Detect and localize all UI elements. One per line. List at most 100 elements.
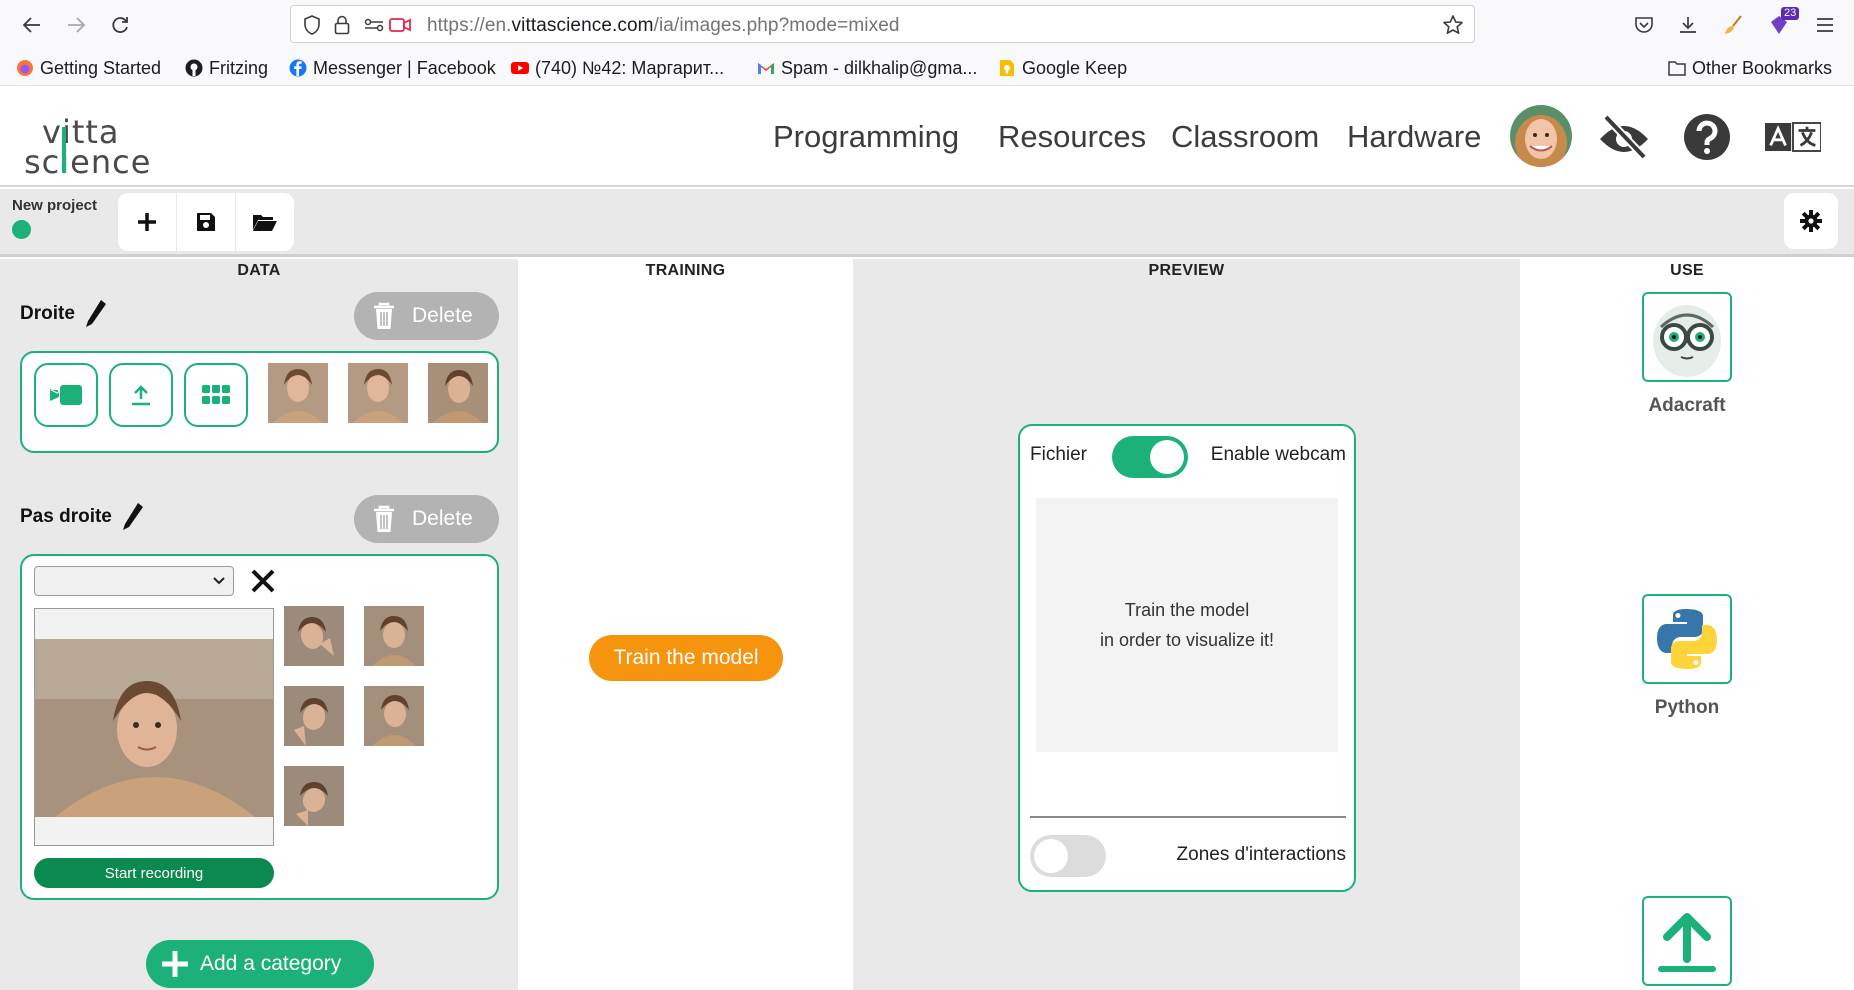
interaction-zones-toggle[interactable] (1030, 835, 1106, 877)
bookmarks-bar: Getting Started Fritzing Messenger | Fac… (0, 50, 1854, 86)
export-upload-button[interactable] (1642, 896, 1732, 986)
menu-button[interactable] (1810, 10, 1840, 40)
hamburger-menu-icon (1817, 18, 1833, 32)
extension-badge-button[interactable]: 23 (1764, 7, 1800, 40)
bookmark-messenger[interactable]: Messenger | Facebook (289, 56, 496, 80)
plus-icon (138, 213, 156, 231)
question-circle-icon (1684, 114, 1730, 160)
other-bookmarks[interactable]: Other Bookmarks (1668, 56, 1832, 80)
reload-button[interactable] (104, 9, 136, 41)
sample-thumbnail[interactable] (284, 766, 344, 826)
pencil-edit-icon[interactable] (85, 299, 107, 329)
help-button[interactable] (1679, 109, 1735, 165)
gmail-icon (758, 63, 774, 74)
broom-extension-icon (1725, 15, 1742, 34)
use-column-title: USE (1670, 262, 1704, 279)
download-icon (1680, 17, 1696, 33)
bookmark-gmail[interactable]: Spam - dilkhalip@gma... (757, 56, 977, 80)
extension-badge-count: 23 (1781, 7, 1800, 20)
interaction-zones-label: Zones d'interactions (1176, 844, 1346, 865)
downloads-button[interactable] (1673, 10, 1703, 40)
nav-hardware[interactable]: Hardware (1347, 119, 1481, 155)
lock-icon[interactable] (331, 14, 353, 36)
user-avatar[interactable] (1510, 105, 1572, 167)
project-toolbar: New project (0, 189, 1854, 257)
preview-column: PREVIEW Fichier Enable webcam Train the … (853, 259, 1520, 990)
bookmark-youtube[interactable]: (740) №42: Маргарит... (511, 56, 724, 80)
bookmark-getting-started[interactable]: Getting Started (16, 56, 161, 80)
pencil-edit-icon[interactable] (122, 502, 144, 532)
start-recording-button[interactable]: Start recording (34, 858, 274, 888)
back-button[interactable] (16, 9, 48, 41)
camera-sharing-icon[interactable] (389, 14, 411, 36)
app-header: vitta science Programming Resources Clas… (0, 87, 1854, 187)
sample-thumbnail[interactable] (268, 363, 328, 423)
category-card: Start recording (20, 554, 499, 900)
toggle-knob (1150, 440, 1184, 474)
project-status-dot (12, 220, 31, 239)
url-text[interactable]: https://en.vittascience.com/ia/images.ph… (427, 15, 900, 37)
upload-arrow-icon (132, 385, 150, 406)
reload-icon (112, 17, 128, 33)
sample-thumbnail[interactable] (284, 606, 344, 666)
webcam-preview (34, 608, 274, 846)
webcam-device-select[interactable] (34, 566, 234, 596)
facebook-icon (289, 59, 307, 77)
youtube-icon (511, 62, 529, 74)
url-bar[interactable]: https://en.vittascience.com/ia/images.ph… (290, 5, 1475, 43)
pocket-button[interactable] (1629, 10, 1659, 40)
forward-button[interactable] (60, 9, 92, 41)
sample-thumbnail[interactable] (428, 363, 488, 423)
vittascience-logo[interactable]: vitta science (24, 105, 174, 175)
preview-column-title: PREVIEW (1148, 262, 1225, 279)
delete-category-button[interactable]: Delete (354, 495, 499, 543)
bookmark-fritzing[interactable]: Fritzing (185, 56, 268, 80)
webcam-toggle[interactable] (1112, 436, 1188, 478)
python-export-button[interactable] (1642, 594, 1732, 684)
data-column-title: DATA (237, 262, 281, 279)
sample-thumbnail[interactable] (348, 363, 408, 423)
gear-icon (1800, 210, 1822, 232)
delete-category-button[interactable]: Delete (354, 292, 499, 340)
permissions-icon[interactable] (363, 14, 385, 36)
category-card (20, 351, 499, 453)
bookmark-star-icon[interactable] (1442, 14, 1464, 36)
close-icon[interactable] (250, 568, 276, 594)
nav-classroom[interactable]: Classroom (1171, 119, 1319, 155)
plus-icon (162, 951, 188, 977)
open-project-button[interactable] (236, 193, 294, 251)
adacraft-export-button[interactable] (1642, 292, 1732, 382)
training-column-title: TRAINING (645, 262, 726, 279)
extension-broom-button[interactable] (1719, 10, 1749, 40)
settings-button[interactable] (1784, 193, 1838, 249)
toggle-knob (1034, 839, 1068, 873)
tracking-shield-icon[interactable] (301, 14, 323, 36)
category-title: Droite (20, 299, 107, 329)
category-name: Droite (20, 303, 75, 324)
firefox-icon (17, 60, 33, 76)
nav-resources[interactable]: Resources (998, 119, 1146, 155)
logo-text-bottom: science (24, 143, 151, 175)
upload-source-button[interactable] (109, 363, 173, 427)
gallery-source-button[interactable] (184, 363, 248, 427)
folder-open-icon (253, 215, 277, 231)
add-category-button[interactable]: Add a category (146, 940, 374, 988)
adacraft-label: Adacraft (1648, 395, 1726, 416)
browser-toolbar: https://en.vittascience.com/ia/images.ph… (0, 0, 1854, 50)
save-project-button[interactable] (177, 193, 235, 251)
accessibility-toggle[interactable] (1596, 109, 1652, 165)
sample-thumbnail[interactable] (364, 686, 424, 746)
sample-thumbnail[interactable] (284, 686, 344, 746)
nav-programming[interactable]: Programming (773, 119, 959, 155)
webcam-source-button[interactable] (34, 363, 98, 427)
project-name[interactable]: New project (12, 197, 97, 214)
back-arrow-icon (22, 17, 40, 33)
language-button[interactable] (1765, 109, 1821, 165)
training-column: TRAINING Train the model (518, 259, 853, 990)
preview-placeholder: Train the model in order to visualize it… (1036, 498, 1338, 752)
sample-thumbnail[interactable] (364, 606, 424, 666)
new-project-button[interactable] (118, 193, 176, 251)
video-camera-icon (50, 385, 82, 405)
train-model-button[interactable]: Train the model (589, 635, 783, 681)
bookmark-google-keep[interactable]: Google Keep (998, 56, 1127, 80)
